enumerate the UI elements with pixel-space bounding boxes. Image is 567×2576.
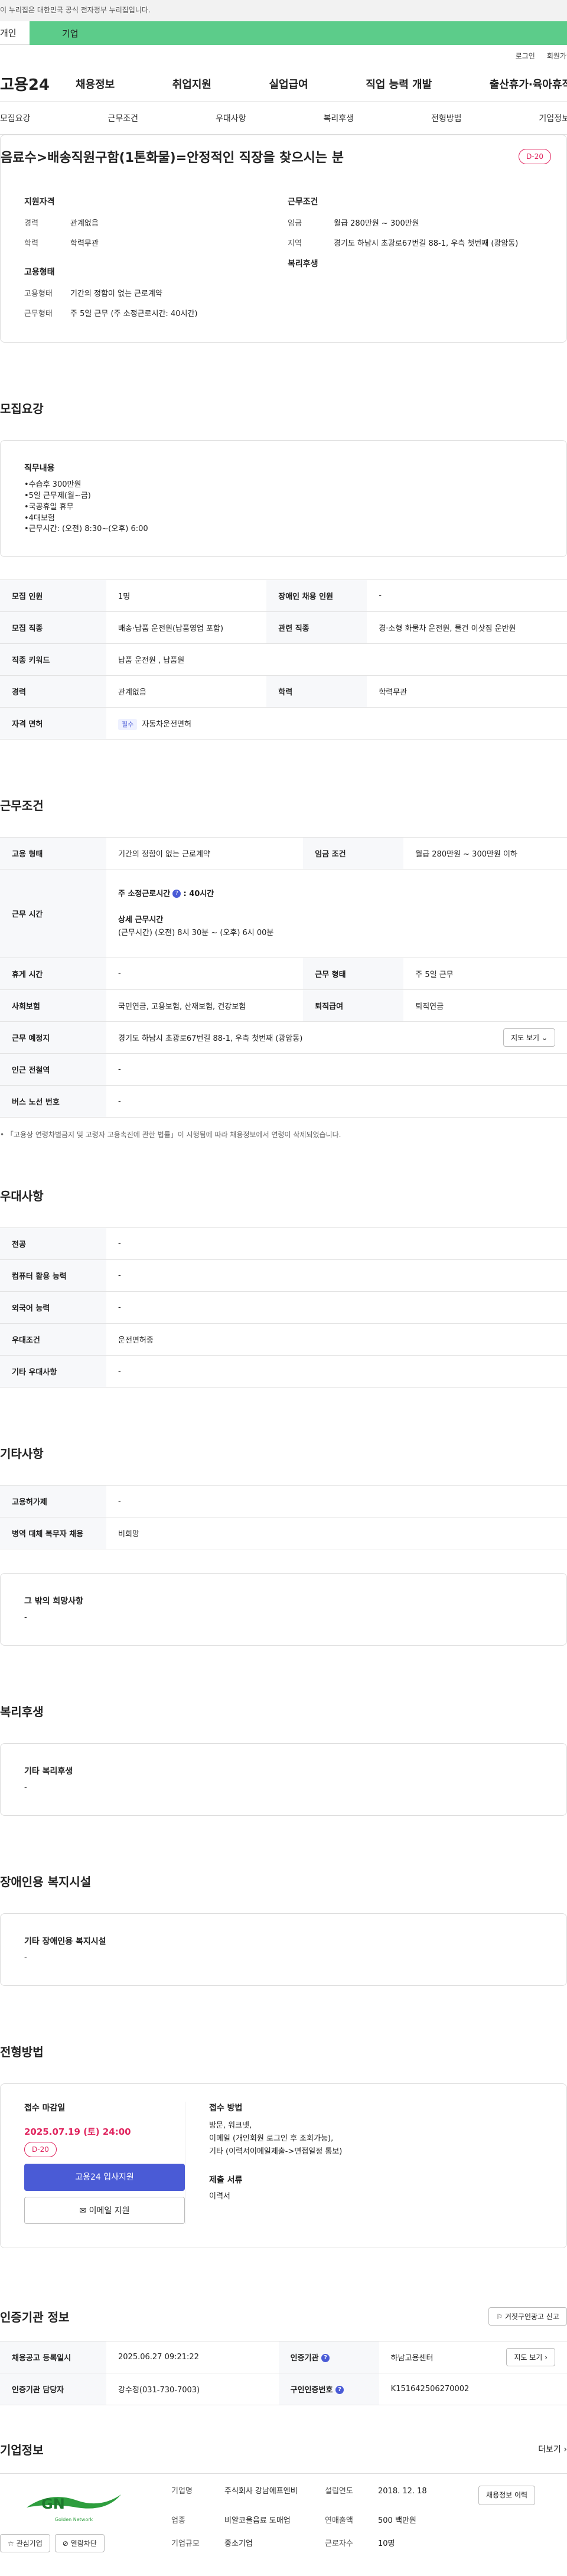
table-row: 자격 면허 필수 자동차운전면허 xyxy=(0,707,567,740)
table-row: 인근 전철역 - xyxy=(0,1053,567,1086)
table-row: 고용 형태 기간의 정함이 없는 근로계약 임금 조건 월급 280만원 ~ 300만… xyxy=(0,837,567,870)
section-subnav: 모집요강 근무조건 우대사항 복리후생 전형방법 기업정보 xyxy=(0,102,567,135)
section-title-etc: 기타사항 xyxy=(0,1447,44,1461)
other-wish-box: 그 밖의 희망사항 - xyxy=(0,1573,567,1646)
table-row: 근무 시간 주 소정근로시간 ? : 40시간 상세 근무시간 (근무시간) (… xyxy=(0,869,567,959)
table-row: 휴게 시간 - 근무 형태 주 5일 근무 xyxy=(0,958,567,991)
help-icon[interactable]: ? xyxy=(335,2386,344,2395)
job-history-button[interactable]: 채용정보 이력 xyxy=(478,2485,536,2505)
cert-table: 채용공고 등록일시 2025.06.27 09:21:22 인증기관 ? 하남고용센터… xyxy=(0,2340,567,2405)
more-link[interactable]: 더보기 › xyxy=(538,2443,567,2455)
section-title-pref: 우대사항 xyxy=(0,1189,44,1204)
table-row: 고용허가제 - xyxy=(0,1485,567,1518)
table-row: 우대조건 운전면허증 xyxy=(0,1323,567,1356)
subnav-pref[interactable]: 우대사항 xyxy=(216,112,246,124)
table-row: 사회보험 국민연금, 고용보험, 산재보험, 건강보험 퇴직급여 퇴직연금 xyxy=(0,989,567,1022)
section-title-recruit: 모집요강 xyxy=(0,402,44,416)
age-note: • 「고용상 연령차별금지 및 고령자 고용촉진에 관한 법률」이 시행됨에 따… xyxy=(0,1131,341,1139)
welfare-heading: 복리후생 xyxy=(288,259,318,269)
table-row: 기타 우대사항 - xyxy=(0,1355,567,1388)
table-row: 외국어 능력 - xyxy=(0,1291,567,1324)
map-button[interactable]: 지도 보기 ⌄ xyxy=(503,1028,555,1047)
emp-heading: 고용형태 xyxy=(24,268,55,277)
login-link[interactable]: 로그인 xyxy=(516,51,535,61)
company-logo-mark: GN xyxy=(27,2494,121,2512)
mail-icon: ✉ xyxy=(79,2206,87,2216)
qual-heading: 지원자격 xyxy=(24,197,55,207)
process-dday-badge: D-20 xyxy=(24,2141,57,2157)
svg-text:GN: GN xyxy=(41,2496,65,2512)
subnav-recruit[interactable]: 모집요강 xyxy=(0,112,31,124)
section-title-welfare: 복리후생 xyxy=(0,1705,44,1719)
apply-button[interactable]: 고용24 입사지원 xyxy=(24,2163,185,2191)
gov-notice-bar: 이 누리집은 대한민국 공식 전자정부 누리집입니다. xyxy=(0,0,567,21)
site-logo[interactable]: 고용24 xyxy=(0,73,76,95)
subnav-welfare[interactable]: 복리후생 xyxy=(323,112,354,124)
report-button[interactable]: ⚐ 거짓구인광고 신고 xyxy=(488,2307,567,2326)
table-row: 모집 인원 1명 장애인 채용 인원 - xyxy=(0,579,567,613)
welfare-box: 기타 복리후생 - xyxy=(0,1743,567,1816)
gnb-item-job-training[interactable]: 직업 능력 개발 xyxy=(366,76,432,92)
block-view-button[interactable]: ⊘ 열람차단 xyxy=(54,2533,105,2552)
apply-card: 접수 마감일 2025.07.19 (토) 24:00 D-20 고용24 입사… xyxy=(0,2083,567,2248)
help-icon[interactable]: ? xyxy=(321,2354,330,2363)
help-icon[interactable]: ? xyxy=(172,890,181,898)
section-title-cert: 인증기관 정보 xyxy=(0,2310,70,2324)
global-nav: 고용24 채용정보 취업지원 실업급여 직업 능력 개발 출산휴가·육아휴직 xyxy=(0,66,567,102)
table-row: 전공 - xyxy=(0,1227,567,1261)
gnb-item-employment-support[interactable]: 취업지원 xyxy=(172,76,211,92)
required-tag: 필수 xyxy=(118,719,138,731)
table-row: 경력 관계없음 학력 학력무관 xyxy=(0,675,567,708)
gnb-item-parental-leave[interactable]: 출산휴가·육아휴직 xyxy=(490,76,567,92)
table-row: 인증기관 담당자 강수정(031-730-7003) 구인인증번호 ? K151642… xyxy=(0,2372,567,2405)
duty-text: •수습후 300만원 •5일 근무제(월~금) •국공휴일 휴무 •4대보험 •… xyxy=(24,480,148,534)
dday-badge: D-20 xyxy=(519,149,551,164)
cert-map-button[interactable]: 지도 보기 › xyxy=(506,2347,555,2366)
work-heading: 근무조건 xyxy=(288,197,318,207)
table-row: 근무 예정지 경기도 하남시 초광로67번길 88-1, 우측 첫번째 (광암동)… xyxy=(0,1021,567,1054)
pref-table: 전공 - 컴퓨터 활용 능력 - 외국어 능력 - 우대조건 운전면허증 기타 우대사항… xyxy=(0,1227,567,1388)
table-row: 버스 노선 번호 - xyxy=(0,1085,567,1118)
work-table: 고용 형태 기간의 정함이 없는 근로계약 임금 조건 월급 280만원 ~ 300만… xyxy=(0,837,567,1118)
etc-table: 고용허가제 - 병역 대체 복무자 채용 비희망 xyxy=(0,1485,567,1550)
section-title-work: 근무조건 xyxy=(0,799,44,813)
utility-links: 로그인 회원가입 xyxy=(0,45,567,66)
signup-link[interactable]: 회원가입 xyxy=(547,51,567,61)
table-row: 모집 직종 배송·납품 운전원(납품영업 포함) 관련 직종 경·소형 화물차 운전원… xyxy=(0,611,567,644)
table-row: 채용공고 등록일시 2025.06.27 09:21:22 인증기관 ? 하남고용센터… xyxy=(0,2340,567,2373)
user-type-tabs: 개인 기업 xyxy=(0,21,567,45)
deadline-date: 2025.07.19 (토) 24:00 xyxy=(24,2126,131,2137)
table-row: 병역 대체 복무자 채용 비희망 xyxy=(0,1517,567,1550)
tab-biz[interactable]: 기업 xyxy=(30,21,567,45)
gnb-item-jobs[interactable]: 채용정보 xyxy=(76,76,115,92)
section-title-process: 전형방법 xyxy=(0,2044,44,2059)
gnb-item-unemployment-benefit[interactable]: 실업급여 xyxy=(269,76,308,92)
company-logo: GN Golden Network xyxy=(0,2486,148,2527)
gov-notice: 이 누리집은 대한민국 공식 전자정부 누리집입니다. xyxy=(0,6,151,14)
block-icon: ⊘ xyxy=(62,2539,69,2548)
company-card: GN Golden Network ☆ 관심기업 ⊘ 열람차단 기업명 주식회사 … xyxy=(0,2473,567,2552)
email-apply-button[interactable]: ✉ 이메일 지원 xyxy=(24,2196,185,2224)
subnav-company[interactable]: 기업정보 xyxy=(539,112,567,124)
table-row: 직종 키워드 납품 운전원 , 납품원 xyxy=(0,643,567,676)
job-title: 음료수>배송직원구함(1톤화물)=안정적인 직장을 찾으시는 분 xyxy=(1,151,344,165)
section-title-company: 기업정보 xyxy=(0,2443,44,2457)
section-title-disabled: 장애인용 복지시설 xyxy=(0,1874,92,1889)
chevron-down-icon: ⌄ xyxy=(541,1034,548,1043)
job-summary-card: 음료수>배송직원구함(1톤화물)=안정적인 직장을 찾으시는 분 D-20 지원… xyxy=(0,135,567,343)
recruit-table: 모집 인원 1명 장애인 채용 인원 - 모집 직종 배송·납품 운전원(납품영업 포함… xyxy=(0,579,567,740)
disabled-box: 기타 장애인용 복지시설 - xyxy=(0,1913,567,1986)
table-row: 컴퓨터 활용 능력 - xyxy=(0,1259,567,1292)
tab-person[interactable]: 개인 xyxy=(0,21,30,45)
subnav-work[interactable]: 근무조건 xyxy=(107,112,138,124)
megaphone-icon: ⚐ xyxy=(496,2312,503,2321)
duty-box: 직무내용 •수습후 300만원 •5일 근무제(월~금) •국공휴일 휴무 •4… xyxy=(0,440,567,558)
subnav-process[interactable]: 전형방법 xyxy=(431,112,462,124)
star-icon: ☆ xyxy=(8,2539,14,2548)
favorite-company-button[interactable]: ☆ 관심기업 xyxy=(0,2533,50,2552)
